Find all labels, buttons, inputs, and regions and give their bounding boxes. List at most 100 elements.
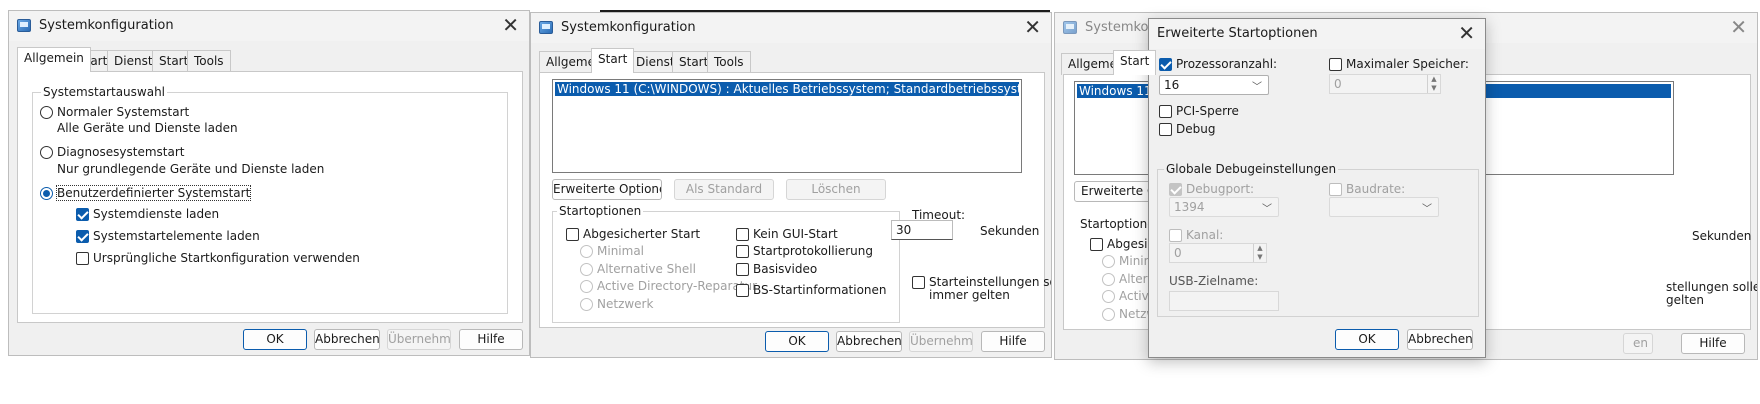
load-system-services-checkbox[interactable]: Systemdienste laden	[76, 206, 219, 222]
debug-checkbox[interactable]: Debug	[1159, 121, 1215, 137]
baud-rate-checkbox[interactable]: Baudrate:	[1329, 181, 1405, 197]
checkbox-icon	[736, 227, 749, 241]
checkbox-label: Ursprüngliche Startkonfiguration verwend…	[93, 251, 360, 265]
close-icon[interactable]: ✕	[1024, 16, 1041, 38]
debug-port-checkbox[interactable]: Debugport:	[1169, 181, 1254, 197]
radio-icon	[580, 297, 593, 311]
os-list[interactable]: Windows 11 (C:\WINDOWS) : Aktuelles Betr…	[552, 79, 1022, 173]
radio-icon	[580, 279, 593, 293]
apply-button[interactable]: Übernehmen	[909, 331, 973, 352]
network-radio[interactable]: Netzwerk	[580, 296, 653, 312]
input-value: 0	[1174, 246, 1182, 260]
group-title: Systemstartauswahl	[41, 85, 168, 99]
input-value: 0	[1334, 77, 1342, 91]
cancel-button[interactable]: Abbrechen	[1407, 329, 1473, 350]
maximum-memory-input[interactable]: 0 ▲ ▼	[1329, 74, 1441, 94]
checkbox-label: Systemdienste laden	[93, 207, 220, 221]
timeout-input[interactable]: 30	[891, 220, 953, 240]
no-gui-boot-checkbox[interactable]: Kein GUI-Start	[736, 226, 838, 242]
radio-label: Active Directory-Reparatur	[597, 279, 758, 293]
maximum-memory-checkbox[interactable]: Maximaler Speicher:	[1329, 56, 1469, 72]
checkbox-icon	[566, 227, 579, 241]
tab-panel: Windows 11 (C:\WINDOWS) : Aktuelles Betr…	[539, 72, 1051, 328]
usb-target-label: USB-Zielname:	[1169, 274, 1259, 288]
advanced-options-button[interactable]: Erweiterte Optionen...	[552, 179, 662, 200]
close-icon[interactable]: ✕	[1730, 16, 1747, 38]
radio-icon	[580, 244, 593, 258]
cancel-button[interactable]: Abbrechen	[314, 329, 380, 350]
pci-lock-checkbox[interactable]: PCI-Sperre	[1159, 103, 1239, 119]
help-button[interactable]: Hilfe	[459, 329, 523, 350]
radio-label: Normaler Systemstart	[57, 105, 190, 119]
tab-tools[interactable]: Tools	[707, 51, 751, 73]
radio-icon	[1102, 272, 1115, 286]
radio-icon	[40, 186, 53, 200]
help-button[interactable]: Hilfe	[981, 331, 1045, 352]
baud-rate-select[interactable]: ﹀	[1329, 197, 1439, 217]
spinner-icon[interactable]: ▲ ▼	[1253, 244, 1266, 262]
checkbox-icon	[76, 229, 89, 243]
checkbox-label: Baudrate:	[1346, 182, 1406, 196]
close-icon[interactable]: ✕	[502, 14, 519, 36]
title-bar: Systemkonfiguration ✕	[531, 13, 1051, 43]
chevron-down-icon: ﹀	[1262, 204, 1272, 215]
close-icon[interactable]: ✕	[1458, 22, 1475, 44]
ok-button[interactable]: OK	[765, 331, 829, 352]
checkbox-icon	[912, 275, 925, 289]
debug-port-select[interactable]: 1394 ﹀	[1169, 197, 1279, 217]
checkbox-label: Prozessoranzahl:	[1176, 57, 1278, 71]
minimal-radio[interactable]: Minimal	[580, 243, 644, 259]
advanced-boot-options-dialog: Erweiterte Startoptionen ✕ Prozessoranza…	[1148, 18, 1486, 358]
make-permanent-label-2: immer gelten	[929, 288, 1010, 302]
tab-boot[interactable]: Start	[1113, 50, 1157, 75]
checkbox-label: BS-Startinformationen	[753, 283, 887, 297]
checkbox-icon	[76, 207, 89, 221]
safe-boot-checkbox[interactable]: Abgesicherter Start	[566, 226, 700, 242]
processor-count-checkbox[interactable]: Prozessoranzahl:	[1159, 56, 1277, 72]
seconds-label: Sekunden	[980, 224, 1040, 238]
ad-repair-radio[interactable]: Active Directory-Reparatur	[580, 278, 757, 294]
alternate-shell-radio[interactable]: Alternative Shell	[580, 261, 696, 277]
checkbox-icon	[1169, 182, 1182, 196]
base-video-checkbox[interactable]: Basisvideo	[736, 261, 817, 277]
cancel-button[interactable]: Abbrechen	[836, 331, 902, 352]
checkbox-icon	[1159, 57, 1172, 71]
ok-button[interactable]: OK	[1335, 329, 1399, 350]
chevron-down-icon: ﹀	[1422, 204, 1432, 215]
boot-log-checkbox[interactable]: Startprotokollierung	[736, 243, 873, 259]
checkbox-icon	[1329, 57, 1342, 71]
ok-button[interactable]: OK	[243, 329, 307, 350]
load-startup-items-checkbox[interactable]: Systemstartelemente laden	[76, 228, 260, 244]
apply-button[interactable]: en	[1623, 333, 1653, 354]
radio-label: Alternative Shell	[597, 262, 696, 276]
tab-tools[interactable]: Tools	[187, 50, 231, 72]
channel-checkbox[interactable]: Kanal:	[1169, 227, 1223, 243]
select-value: 1394	[1174, 200, 1205, 214]
checkbox-icon	[736, 262, 749, 276]
chevron-down-icon: ﹀	[1252, 82, 1262, 93]
usb-target-input[interactable]	[1169, 291, 1279, 311]
spinner-icon[interactable]: ▲ ▼	[1427, 75, 1440, 93]
os-list-item[interactable]: Windows 11 (C:\WINDOWS) : Aktuelles Betr…	[555, 82, 1019, 96]
selective-startup-radio[interactable]: Benutzerdefinierter Systemstart	[40, 185, 252, 201]
normal-startup-radio[interactable]: Normaler Systemstart	[40, 104, 189, 120]
checkbox-label: Debugport:	[1186, 182, 1255, 196]
checkbox-label: Debug	[1176, 122, 1216, 136]
apply-button[interactable]: Übernehmen	[387, 329, 451, 350]
set-default-button[interactable]: Als Standard	[674, 179, 774, 200]
help-button[interactable]: Hilfe	[1681, 333, 1745, 354]
use-original-boot-config-checkbox[interactable]: Ursprüngliche Startkonfiguration verwend…	[76, 250, 360, 266]
processor-count-select[interactable]: 16 ﹀	[1159, 75, 1269, 95]
tab-boot[interactable]: Start	[591, 48, 635, 73]
tab-general[interactable]: Allgemein	[17, 47, 91, 72]
diagnostic-startup-radio[interactable]: Diagnosesystemstart	[40, 144, 184, 160]
radio-label: Netzwerk	[597, 297, 654, 311]
msconfig-icon	[539, 21, 553, 34]
checkbox-icon	[736, 283, 749, 297]
checkbox-icon	[1169, 228, 1182, 242]
delete-button[interactable]: Löschen	[786, 179, 886, 200]
channel-input[interactable]: 0 ▲ ▼	[1169, 243, 1267, 263]
os-boot-info-checkbox[interactable]: BS-Startinformationen	[736, 282, 887, 298]
checkbox-icon	[1329, 182, 1342, 196]
checkbox-label: Startprotokollierung	[753, 244, 873, 258]
